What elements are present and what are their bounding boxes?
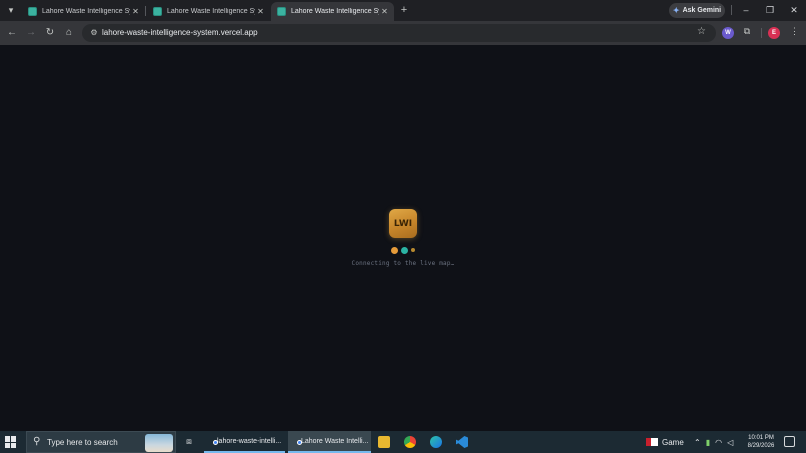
address-bar[interactable]: ⚙ lahore-waste-intelligence-system.verce…: [82, 24, 716, 42]
site-info-icon[interactable]: ⚙: [88, 27, 100, 39]
restore-icon[interactable]: ❐: [762, 3, 778, 17]
tab-close-icon[interactable]: ✕: [255, 7, 266, 16]
taskbar-app-label: lahore-waste-intelli...: [217, 437, 282, 445]
ask-gemini-button[interactable]: ✦ Ask Gemini: [669, 3, 725, 18]
extension-icon[interactable]: W: [722, 27, 734, 39]
back-arrow-icon[interactable]: ←: [5, 26, 19, 40]
chrome-icon: [209, 435, 218, 447]
search-icon: ⚲: [33, 436, 41, 447]
tab-divider: [145, 6, 146, 16]
forward-arrow-icon[interactable]: →: [24, 26, 38, 40]
close-window-icon[interactable]: ✕: [786, 3, 802, 17]
tab-title: Lahore Waste Intelligence System: [167, 8, 255, 15]
tab-1[interactable]: Lahore Waste Intelligence System ✕: [22, 2, 145, 21]
tab-title: Lahore Waste Intelligence System: [291, 8, 379, 15]
wifi-icon[interactable]: ◠: [715, 438, 722, 447]
vscode-icon[interactable]: [456, 436, 468, 448]
notification-center-icon[interactable]: [784, 436, 795, 447]
url-text[interactable]: lahore-waste-intelligence-system.vercel.…: [102, 28, 258, 37]
tab-search-chevron-icon[interactable]: ▾: [4, 4, 18, 17]
loading-dot: [391, 246, 398, 254]
site-favicon-icon: [153, 7, 162, 16]
taskbar-search-box[interactable]: ⚲ Type here to search: [26, 431, 176, 453]
taskbar-clock[interactable]: 10:01 PM 8/29/2026: [744, 434, 778, 450]
tab-title: Lahore Waste Intelligence System: [42, 8, 130, 15]
bookmark-star-icon[interactable]: ☆: [697, 26, 706, 37]
taskbar-app-chrome-2[interactable]: Lahore Waste Intelli...: [288, 431, 371, 453]
site-favicon-icon: [277, 7, 286, 16]
loading-dot: [411, 248, 415, 252]
extensions-puzzle-icon[interactable]: ⧉: [741, 26, 753, 39]
toolbar-divider: [731, 5, 732, 15]
tray-overflow-chevron-icon[interactable]: ⌃: [694, 438, 701, 447]
toolbar-divider: [761, 28, 762, 38]
chrome-icon: [293, 435, 302, 447]
reload-icon[interactable]: ↻: [43, 26, 57, 40]
app-logo: LWI: [389, 209, 417, 238]
minimize-icon[interactable]: –: [738, 3, 754, 17]
tab-2[interactable]: Lahore Waste Intelligence System ✕: [147, 2, 270, 21]
search-highlight-image: [145, 434, 173, 452]
new-tab-button[interactable]: +: [398, 4, 410, 17]
weather-widget[interactable]: Game: [646, 431, 684, 453]
clock-date: 8/29/2026: [747, 443, 775, 449]
game-flag-icon: [646, 438, 658, 446]
profile-avatar[interactable]: E: [768, 27, 780, 39]
home-icon[interactable]: ⌂: [62, 26, 76, 40]
battery-icon[interactable]: ▮: [706, 438, 710, 447]
ask-gemini-label: Ask Gemini: [682, 7, 722, 14]
loading-message: Connecting to the live map…: [351, 260, 455, 267]
edge-icon[interactable]: [430, 436, 442, 448]
site-favicon-icon: [28, 7, 37, 16]
browser-menu-icon[interactable]: ⋮: [790, 26, 799, 40]
chrome-pinned-icon[interactable]: [404, 436, 416, 448]
browser-toolbar: ← → ↻ ⌂ ⚙ lahore-waste-intelligence-syst…: [0, 21, 806, 45]
loading-dots: [389, 246, 417, 254]
clock-time: 10:01 PM: [748, 435, 774, 441]
taskbar-app-chrome-1[interactable]: lahore-waste-intelli...: [204, 431, 285, 453]
tab-close-icon[interactable]: ✕: [379, 7, 390, 16]
browser-tab-strip: ▾ Lahore Waste Intelligence System ✕ Lah…: [0, 0, 806, 21]
volume-icon[interactable]: ◁: [727, 438, 733, 447]
gemini-sparkle-icon: ✦: [672, 6, 680, 15]
system-tray: ⌃ ▮ ◠ ◁: [694, 431, 733, 453]
file-explorer-icon[interactable]: [378, 436, 390, 448]
weather-label: Game: [662, 437, 684, 447]
task-view-icon[interactable]: ⧈: [183, 436, 195, 448]
taskbar-app-label: Lahore Waste Intelli...: [301, 437, 369, 445]
loading-dot: [401, 246, 408, 254]
windows-taskbar: ⚲ Type here to search ⧈ lahore-waste-int…: [0, 431, 806, 453]
windows-start-icon[interactable]: [5, 436, 17, 448]
page-viewport: LWI Connecting to the live map…: [0, 45, 806, 431]
search-placeholder: Type here to search: [47, 438, 118, 447]
tab-3-active[interactable]: Lahore Waste Intelligence System ✕: [271, 2, 394, 21]
tab-close-icon[interactable]: ✕: [130, 7, 141, 16]
